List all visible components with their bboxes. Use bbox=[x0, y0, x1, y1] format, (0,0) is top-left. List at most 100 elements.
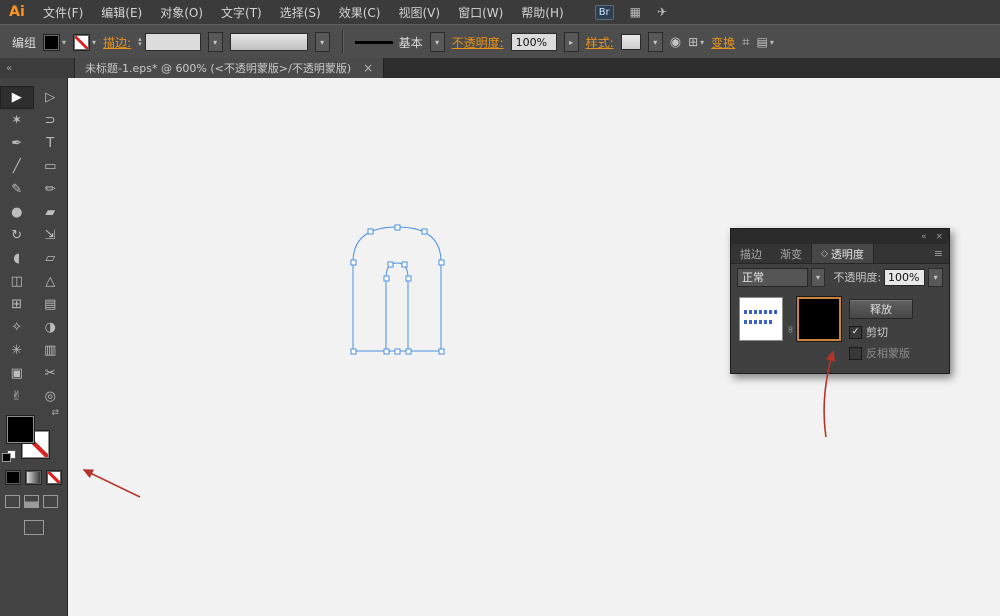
panel-tab-transparency[interactable]: ◇ 透明度 bbox=[811, 244, 874, 263]
transform-link[interactable]: 变换 bbox=[711, 34, 735, 51]
panel-tab-stroke[interactable]: 描边 bbox=[731, 244, 771, 263]
rectangle-tool[interactable]: ▭ bbox=[34, 155, 68, 178]
shape-builder-tool[interactable]: ◫ bbox=[0, 270, 34, 293]
paintbrush-tool[interactable]: ✎ bbox=[0, 178, 34, 201]
blob-brush-tool[interactable]: ● bbox=[0, 201, 34, 224]
crop-marks-icon[interactable]: ⌗ bbox=[742, 35, 749, 50]
magic-wand-tool[interactable]: ✶ bbox=[0, 109, 34, 132]
eraser-tool[interactable]: ▰ bbox=[34, 201, 68, 224]
line-segment-tool[interactable]: ╱ bbox=[0, 155, 34, 178]
clip-checkbox[interactable]: ✓ bbox=[849, 325, 862, 339]
fill-swatch[interactable] bbox=[43, 33, 61, 51]
column-graph-tool[interactable]: ▥ bbox=[34, 339, 68, 362]
panel-header: « × bbox=[731, 229, 949, 244]
swap-fill-stroke-icon[interactable]: ⇄ bbox=[51, 408, 59, 418]
perspective-grid-tool[interactable]: △ bbox=[34, 270, 68, 293]
lasso-tool[interactable]: ⊃ bbox=[34, 109, 68, 132]
menu-item-5[interactable]: 效果(C) bbox=[330, 0, 390, 24]
mesh-tool[interactable]: ⊞ bbox=[0, 293, 34, 316]
menu-item-2[interactable]: 对象(O) bbox=[151, 0, 212, 24]
more-options-button[interactable]: ▤ ▾ bbox=[756, 35, 773, 49]
pencil-tool[interactable]: ✏ bbox=[34, 178, 68, 201]
brush-name-label: 基本 bbox=[398, 35, 423, 50]
workspace-switcher-icon[interactable]: ▦ bbox=[630, 5, 641, 19]
width-tool[interactable]: ◖ bbox=[0, 247, 34, 270]
draw-normal-button[interactable] bbox=[5, 495, 20, 508]
color-button[interactable] bbox=[5, 470, 22, 485]
scale-tool[interactable]: ⇲ bbox=[34, 224, 68, 247]
draw-behind-button[interactable] bbox=[24, 495, 39, 508]
default-colors-icon[interactable] bbox=[2, 450, 17, 463]
artboard-tool[interactable]: ▣ bbox=[0, 362, 34, 385]
free-transform-tool[interactable]: ▱ bbox=[34, 247, 68, 270]
stroke-color-control[interactable]: ▾ bbox=[73, 33, 96, 51]
brush-dropdown-icon[interactable]: ▾ bbox=[429, 32, 445, 52]
stroke-weight-dropdown-icon[interactable]: ▾ bbox=[207, 32, 223, 52]
panel-opacity-field[interactable]: 100% bbox=[884, 268, 926, 286]
opacity-field[interactable]: 100% bbox=[510, 33, 557, 51]
chevron-down-icon[interactable]: ▾ bbox=[92, 38, 96, 47]
panel-opacity-dropdown-icon[interactable]: ▾ bbox=[928, 267, 943, 287]
canvas[interactable]: « × 描边 渐变 ◇ 透明度 ≡ 正常 ▾ 不透明度: 100% ▾ ∞ 释放… bbox=[68, 78, 1000, 616]
style-swatch[interactable] bbox=[620, 34, 641, 50]
clip-checkbox-row[interactable]: ✓ 剪切 bbox=[849, 324, 913, 340]
toolbar-collapse-icon[interactable]: « bbox=[0, 58, 75, 78]
chevron-down-icon[interactable]: ▾ bbox=[62, 38, 66, 47]
draw-inside-button[interactable] bbox=[43, 495, 58, 508]
direct-selection-tool[interactable]: ▷ bbox=[34, 86, 68, 109]
menu-item-8[interactable]: 帮助(H) bbox=[512, 0, 572, 24]
panel-close-icon[interactable]: × bbox=[935, 232, 943, 242]
stroke-weight-field[interactable] bbox=[144, 33, 201, 51]
gradient-tool[interactable]: ▤ bbox=[34, 293, 68, 316]
panel-opacity-label: 不透明度: bbox=[833, 271, 882, 284]
fill-color-control[interactable]: ▾ bbox=[43, 33, 66, 51]
slice-tool[interactable]: ✂ bbox=[34, 362, 68, 385]
brush-definition-dropdown[interactable]: 基本 bbox=[354, 34, 423, 51]
menu-item-1[interactable]: 编辑(E) bbox=[92, 0, 151, 24]
panel-collapse-icon[interactable]: « bbox=[921, 232, 927, 242]
mask-thumbnail[interactable] bbox=[797, 297, 841, 341]
blend-mode-dropdown[interactable]: 正常 bbox=[737, 267, 808, 287]
document-tab[interactable]: 未标题-1.eps* @ 600% (<不透明蒙版>/不透明蒙版) × bbox=[75, 58, 385, 78]
fill-color-swatch[interactable] bbox=[7, 416, 34, 443]
artwork-thumbnail[interactable] bbox=[739, 297, 783, 341]
invert-checkbox-row[interactable]: 反相蒙版 bbox=[849, 345, 913, 361]
none-button[interactable] bbox=[45, 470, 62, 485]
rotate-tool[interactable]: ↻ bbox=[0, 224, 34, 247]
eyedropper-tool[interactable]: ✧ bbox=[0, 316, 34, 339]
release-button[interactable]: 释放 bbox=[849, 299, 913, 319]
invert-mask-checkbox[interactable] bbox=[849, 346, 862, 360]
panel-tab-gradient[interactable]: 渐变 bbox=[771, 244, 811, 263]
width-profile-dropdown-icon[interactable]: ▾ bbox=[314, 32, 330, 52]
width-profile-dropdown[interactable] bbox=[229, 33, 308, 51]
pen-tool[interactable]: ✒ bbox=[0, 132, 34, 155]
hand-tool[interactable]: ✌ bbox=[0, 385, 34, 408]
align-options-button[interactable]: ⊞ ▾ bbox=[688, 35, 704, 49]
menu-item-3[interactable]: 文字(T) bbox=[212, 0, 271, 24]
menu-item-4[interactable]: 选择(S) bbox=[271, 0, 330, 24]
panel-menu-icon[interactable]: ≡ bbox=[928, 244, 949, 263]
opacity-link[interactable]: 不透明度: bbox=[452, 34, 504, 51]
tab-close-icon[interactable]: × bbox=[363, 61, 373, 75]
blend-mode-dropdown-icon[interactable]: ▾ bbox=[810, 267, 826, 287]
menu-item-0[interactable]: 文件(F) bbox=[34, 0, 92, 24]
bridge-button[interactable]: Br bbox=[594, 4, 614, 20]
gradient-button[interactable] bbox=[25, 470, 42, 485]
screen-mode-button[interactable] bbox=[23, 520, 44, 535]
style-dropdown-icon[interactable]: ▾ bbox=[647, 32, 663, 52]
style-link[interactable]: 样式: bbox=[586, 34, 614, 51]
stroke-weight-stepper[interactable]: ▴ ▾ bbox=[138, 36, 142, 48]
share-icon[interactable]: ✈ bbox=[657, 5, 667, 19]
recolor-artwork-icon[interactable]: ◉ bbox=[670, 35, 681, 50]
stroke-link[interactable]: 描边: bbox=[103, 34, 131, 51]
blend-tool[interactable]: ◑ bbox=[34, 316, 68, 339]
selection-tool[interactable]: ▶ bbox=[0, 86, 34, 109]
menu-item-7[interactable]: 窗口(W) bbox=[449, 0, 512, 24]
spinner-down-icon[interactable]: ▾ bbox=[138, 41, 142, 48]
zoom-tool[interactable]: ◎ bbox=[34, 385, 68, 408]
menu-item-6[interactable]: 视图(V) bbox=[389, 0, 449, 24]
stroke-swatch[interactable] bbox=[73, 33, 91, 51]
opacity-flyout-icon[interactable]: ▸ bbox=[563, 32, 579, 52]
type-tool[interactable]: T bbox=[34, 132, 68, 155]
symbol-sprayer-tool[interactable]: ✳ bbox=[0, 339, 34, 362]
